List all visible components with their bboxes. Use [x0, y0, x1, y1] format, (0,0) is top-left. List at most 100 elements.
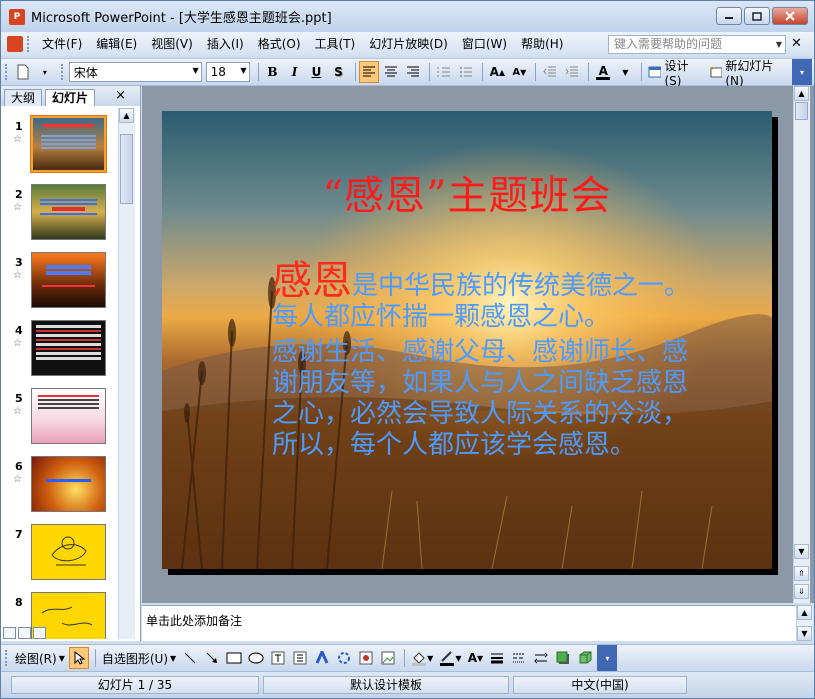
diagram-button[interactable]: [334, 647, 354, 669]
menu-window[interactable]: 窗口(W): [455, 32, 514, 56]
current-slide[interactable]: “感恩”主题班会 感恩是中华民族的传统美德之一。每人都应怀揣一颗感恩之心。 感谢…: [162, 111, 772, 569]
menu-edit[interactable]: 编辑(E): [89, 32, 144, 56]
menu-insert[interactable]: 插入(I): [200, 32, 251, 56]
vertical-textbox-button[interactable]: [290, 647, 310, 669]
close-button[interactable]: [772, 7, 808, 25]
scroll-thumb[interactable]: [120, 134, 133, 204]
toolbar-options-button[interactable]: ▾: [792, 59, 813, 85]
font-color-dropdown[interactable]: ▼: [615, 61, 635, 83]
line-button[interactable]: [180, 647, 200, 669]
tab-outline[interactable]: 大纲: [4, 89, 43, 106]
scroll-thumb[interactable]: [795, 102, 808, 120]
menu-format[interactable]: 格式(O): [251, 32, 308, 56]
increase-font-button[interactable]: A ▲: [487, 61, 507, 83]
slide-sorter-view-button[interactable]: [18, 627, 31, 639]
vertical-textbox-icon: [293, 651, 307, 665]
font-name-select[interactable]: 宋体 ▼: [68, 62, 202, 82]
align-center-button[interactable]: [381, 61, 401, 83]
numbered-list-button[interactable]: [434, 61, 454, 83]
slide-thumbnail-5[interactable]: 5 ☆: [7, 388, 117, 448]
scroll-up-button[interactable]: ▲: [794, 86, 809, 101]
decrease-indent-button[interactable]: [540, 61, 560, 83]
select-objects-button[interactable]: [68, 647, 89, 669]
powerpoint-app-icon[interactable]: P: [9, 8, 25, 25]
menu-file[interactable]: 文件(F): [35, 32, 89, 56]
slide-thumbnail-7[interactable]: 7: [7, 524, 117, 584]
fill-color-button[interactable]: ▼: [409, 647, 435, 669]
clipart-button[interactable]: [356, 647, 376, 669]
normal-view-button[interactable]: [3, 627, 16, 639]
bold-button[interactable]: B: [263, 61, 283, 83]
previous-slide-button[interactable]: ⇑: [794, 566, 809, 581]
textbox-button[interactable]: [268, 647, 288, 669]
dash-style-button[interactable]: [509, 647, 529, 669]
chevron-down-icon[interactable]: ▼: [776, 36, 782, 53]
slideshow-view-button[interactable]: [33, 627, 46, 639]
next-slide-button[interactable]: ⇓: [794, 584, 809, 599]
line-style-button[interactable]: [487, 647, 507, 669]
slide-thumbnail-2[interactable]: 2 ☆: [7, 184, 117, 244]
scroll-up-button[interactable]: ▲: [119, 108, 134, 123]
wordart-button[interactable]: [312, 647, 332, 669]
notes-scrollbar[interactable]: ▲ ▼: [796, 605, 813, 641]
font-color-button[interactable]: A: [593, 61, 613, 83]
slide-thumbnail-6[interactable]: 6 ☆: [7, 456, 117, 516]
status-slide-count: 幻灯片 1 / 35: [11, 676, 259, 694]
restore-button[interactable]: [744, 7, 770, 25]
font-color-icon: A: [467, 651, 478, 665]
shadow-style-button[interactable]: [553, 647, 573, 669]
autoshapes-button[interactable]: 自选图形(U) ▼: [100, 647, 178, 669]
slide-body-text[interactable]: 感恩是中华民族的传统美德之一。每人都应怀揣一颗感恩之心。 感谢生活、感谢父母、感…: [272, 261, 692, 461]
menu-help[interactable]: 帮助(H): [514, 32, 570, 56]
line-color-button[interactable]: ▼: [437, 647, 463, 669]
shadow-button[interactable]: S: [329, 61, 349, 83]
menu-view[interactable]: 视图(V): [144, 32, 200, 56]
toolbar-overflow-icon[interactable]: ▾: [35, 61, 55, 83]
toolbar-grip[interactable]: [5, 650, 9, 666]
italic-button[interactable]: I: [285, 61, 305, 83]
font-size-select[interactable]: 18 ▼: [205, 62, 250, 82]
menu-grip[interactable]: [27, 36, 31, 52]
diagram-icon: [338, 652, 351, 664]
help-search-input[interactable]: 键入需要帮助的问题 ▼: [608, 35, 786, 54]
3d-style-button[interactable]: [575, 647, 595, 669]
scroll-down-button[interactable]: ▼: [794, 544, 809, 559]
notes-pane[interactable]: 单击此处添加备注: [142, 605, 796, 641]
slide-thumbnail-4[interactable]: 4 ☆: [7, 320, 117, 380]
star-icon: ☆: [13, 406, 22, 417]
minimize-button[interactable]: [716, 7, 742, 25]
arrow-button[interactable]: [202, 647, 222, 669]
scroll-up-button[interactable]: ▲: [797, 605, 812, 620]
design-button[interactable]: 设计(S): [646, 59, 705, 88]
menu-tools[interactable]: 工具(T): [308, 32, 363, 56]
document-close-icon[interactable]: ✕: [791, 36, 802, 51]
editor-scrollbar[interactable]: ▲ ▼ ⇑ ⇓: [793, 86, 810, 603]
document-icon[interactable]: [7, 36, 23, 52]
new-document-button[interactable]: [13, 61, 33, 83]
align-right-button[interactable]: [403, 61, 423, 83]
new-slide-button[interactable]: 新幻灯片(N): [707, 59, 790, 88]
tab-slides[interactable]: 幻灯片: [45, 89, 96, 106]
draw-font-color-button[interactable]: A ▼: [465, 647, 485, 669]
draw-menu-button[interactable]: 绘图(R) ▼: [13, 647, 67, 669]
oval-button[interactable]: [246, 647, 266, 669]
slide-title[interactable]: “感恩”主题班会: [162, 163, 772, 221]
toolbar-grip-2[interactable]: [60, 64, 65, 80]
menu-slideshow[interactable]: 幻灯片放映(D): [362, 32, 455, 56]
bullet-list-button[interactable]: [456, 61, 476, 83]
increase-indent-button[interactable]: [562, 61, 582, 83]
arrow-style-button[interactable]: [531, 647, 551, 669]
scroll-down-button[interactable]: ▼: [797, 626, 812, 641]
underline-button[interactable]: U: [307, 61, 327, 83]
rectangle-button[interactable]: [224, 647, 244, 669]
close-icon[interactable]: ×: [115, 88, 126, 103]
toolbar-options-button[interactable]: ▾: [597, 645, 618, 671]
slides-scrollbar[interactable]: ▲: [118, 108, 135, 639]
slide-thumbnail-3[interactable]: 3 ☆: [7, 252, 117, 312]
decrease-font-button[interactable]: A ▼: [509, 61, 529, 83]
oval-icon: [248, 652, 264, 664]
toolbar-grip[interactable]: [5, 64, 9, 80]
align-left-button[interactable]: [359, 61, 380, 83]
slide-thumbnail-1[interactable]: 1 ☆: [7, 115, 117, 176]
picture-button[interactable]: [378, 647, 398, 669]
